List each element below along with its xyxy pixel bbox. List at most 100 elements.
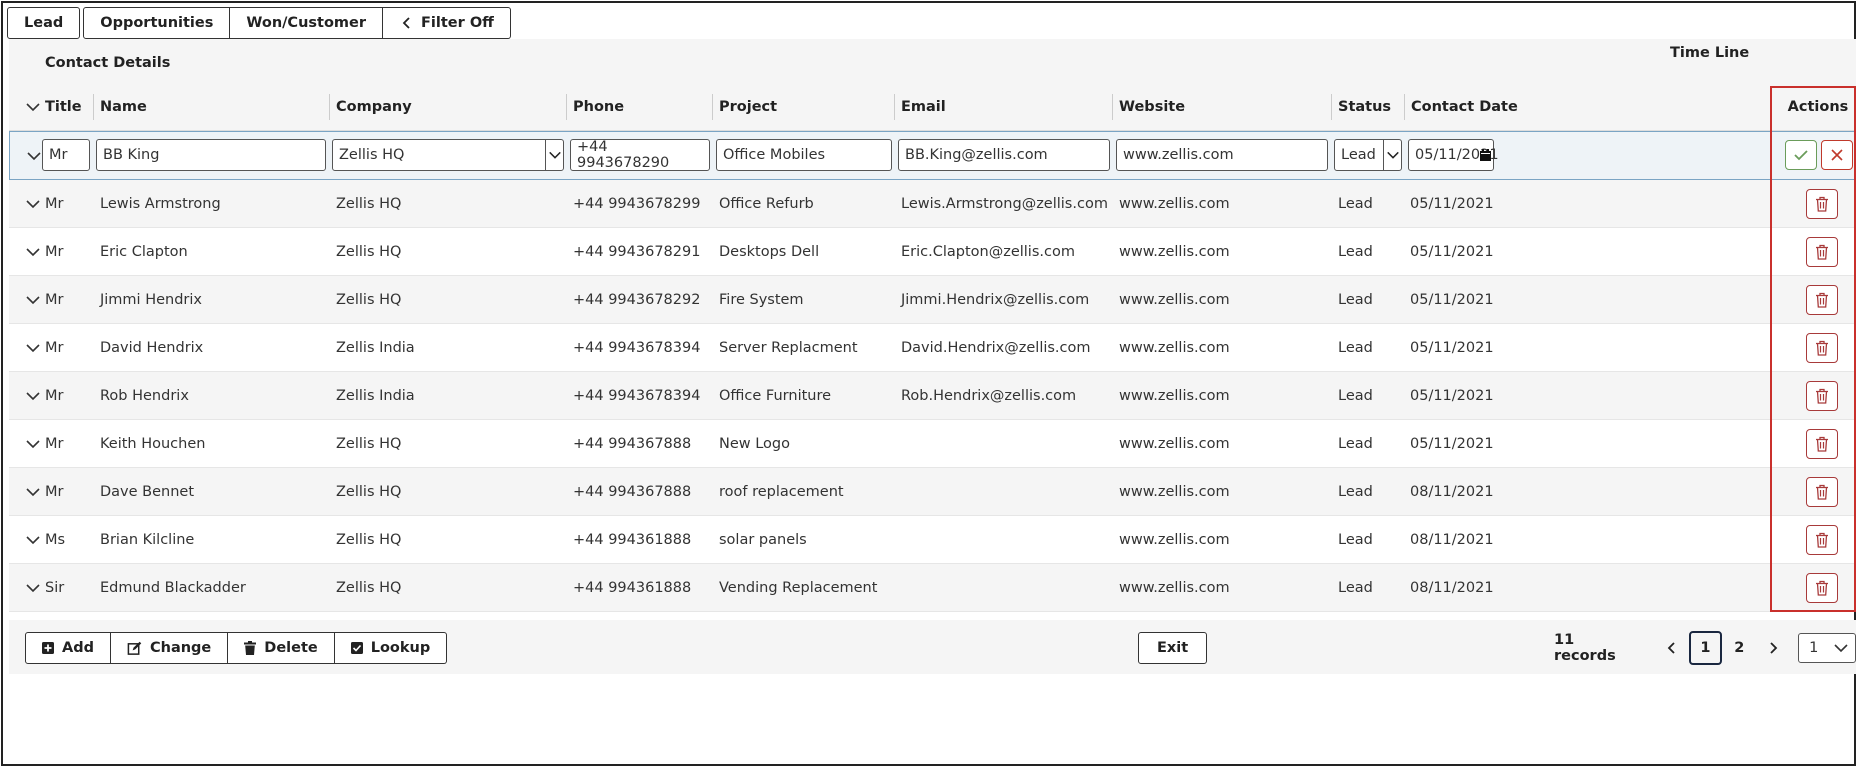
cell-status: Lead <box>1338 387 1373 404</box>
table-row[interactable]: Mr Eric Clapton Zellis HQ +44 9943678291 Des… <box>9 228 1856 276</box>
cell-website: www.zellis.com <box>1119 579 1230 596</box>
cell-email: Jimmi.Hendrix@zellis.com <box>901 291 1090 308</box>
table-row[interactable]: Ms Brian Kilcline Zellis HQ +44 994361888 so… <box>9 516 1856 564</box>
delete-row-button[interactable] <box>1806 237 1838 267</box>
status-dropdown-toggle[interactable] <box>1383 140 1401 170</box>
cell-title: Mr <box>45 243 64 260</box>
table-row[interactable]: Mr Rob Hendrix Zellis India +44 9943678394 O… <box>9 372 1856 420</box>
status-select[interactable]: Lead <box>1334 139 1402 171</box>
company-select[interactable]: Zellis HQ <box>332 139 564 171</box>
cell-status: Lead <box>1338 483 1373 500</box>
delete-row-button[interactable] <box>1806 381 1838 411</box>
app-frame: Lead Opportunities Won/Customer Filter O… <box>1 1 1856 766</box>
delete-row-button[interactable] <box>1806 573 1838 603</box>
next-page-button[interactable] <box>1756 631 1790 665</box>
lookup-button[interactable]: Lookup <box>334 632 448 664</box>
delete-row-button[interactable] <box>1806 333 1838 363</box>
column-divider[interactable] <box>93 94 94 120</box>
prev-page-button[interactable] <box>1655 631 1689 665</box>
page-2-button[interactable]: 2 <box>1722 631 1756 665</box>
table-row[interactable]: Mr Jimmi Hendrix Zellis HQ +44 9943678292 Fi… <box>9 276 1856 324</box>
exit-button[interactable]: Exit <box>1138 632 1208 664</box>
cell-project: Office Furniture <box>719 387 832 404</box>
delete-row-button[interactable] <box>1806 285 1838 315</box>
col-website[interactable]: Website <box>1119 91 1185 123</box>
row-expander[interactable] <box>24 132 44 179</box>
table-row[interactable]: Mr Lewis Armstrong Zellis HQ +44 9943678299… <box>9 180 1856 228</box>
delete-label: Delete <box>264 640 318 656</box>
filter-toggle-button[interactable]: Filter Off <box>383 7 511 39</box>
chevron-left-icon <box>1667 642 1675 654</box>
cell-status: Lead <box>1338 291 1373 308</box>
cell-contact-date: 05/11/2021 <box>1410 339 1494 356</box>
row-expander[interactable] <box>23 516 43 563</box>
phone-input[interactable]: +44 9943678290 <box>570 139 710 171</box>
confirm-edit-button[interactable] <box>1785 140 1817 170</box>
row-expander[interactable] <box>23 372 43 419</box>
column-divider[interactable] <box>1404 94 1405 120</box>
row-expander[interactable] <box>23 228 43 275</box>
cancel-edit-button[interactable] <box>1821 140 1853 170</box>
col-phone[interactable]: Phone <box>573 91 624 123</box>
col-company[interactable]: Company <box>336 91 412 123</box>
delete-row-button[interactable] <box>1806 477 1838 507</box>
group-contact-details: Contact Details <box>45 55 171 71</box>
contact-date-input[interactable]: 05/11/2021 <box>1408 139 1499 171</box>
table-row[interactable]: Mr David Hendrix Zellis India +44 994367839… <box>9 324 1856 372</box>
title-input[interactable]: Mr <box>42 139 90 171</box>
change-button[interactable]: Change <box>110 632 229 664</box>
column-divider[interactable] <box>1331 94 1332 120</box>
page-1-button[interactable]: 1 <box>1688 631 1723 665</box>
cell-website: www.zellis.com <box>1119 387 1230 404</box>
col-email[interactable]: Email <box>901 91 946 123</box>
project-input[interactable]: Office Mobiles <box>716 139 892 171</box>
expand-all-toggle[interactable] <box>23 91 43 123</box>
name-input[interactable]: BB King <box>96 139 326 171</box>
cell-website: www.zellis.com <box>1119 291 1230 308</box>
chevron-down-icon <box>1386 151 1399 159</box>
tab-won-customer[interactable]: Won/Customer <box>230 7 384 39</box>
company-dropdown-toggle[interactable] <box>545 140 563 170</box>
cell-name: Dave Bennet <box>100 483 195 500</box>
row-expander[interactable] <box>23 564 43 611</box>
column-divider[interactable] <box>712 94 713 120</box>
row-expander[interactable] <box>23 324 43 371</box>
col-contact-date[interactable]: Contact Date <box>1411 91 1518 123</box>
row-expander[interactable] <box>23 180 43 227</box>
cell-title: Mr <box>45 483 64 500</box>
tab-opportunities[interactable]: Opportunities <box>83 7 231 39</box>
chevron-down-icon <box>26 535 40 544</box>
delete-row-button[interactable] <box>1806 525 1838 555</box>
col-status[interactable]: Status <box>1338 91 1391 123</box>
column-divider[interactable] <box>894 94 895 120</box>
cell-company: Zellis HQ <box>336 195 402 212</box>
add-button[interactable]: Add <box>25 632 111 664</box>
cell-phone: +44 9943678394 <box>573 387 701 404</box>
cell-contact-date: 08/11/2021 <box>1410 483 1494 500</box>
table-row[interactable]: Mr Keith Houchen Zellis HQ +44 994367888 New… <box>9 420 1856 468</box>
column-divider[interactable] <box>329 94 330 120</box>
cell-phone: +44 994361888 <box>573 579 692 596</box>
chevron-down-icon <box>1834 644 1848 653</box>
row-expander[interactable] <box>23 468 43 515</box>
chevron-down-icon <box>548 151 561 159</box>
col-name[interactable]: Name <box>100 91 147 123</box>
column-divider[interactable] <box>1112 94 1113 120</box>
row-expander[interactable] <box>23 276 43 323</box>
website-input[interactable]: www.zellis.com <box>1116 139 1328 171</box>
cell-company: Zellis HQ <box>336 291 402 308</box>
col-project[interactable]: Project <box>719 91 777 123</box>
calendar-button[interactable] <box>1477 140 1493 170</box>
page-select[interactable]: 1 <box>1798 633 1856 663</box>
row-expander[interactable] <box>23 420 43 467</box>
table-row[interactable]: Sir Edmund Blackadder Zellis HQ +44 9943618… <box>9 564 1856 612</box>
delete-row-button[interactable] <box>1806 189 1838 219</box>
delete-button[interactable]: Delete <box>228 632 335 664</box>
col-title[interactable]: Title <box>45 91 82 123</box>
tab-lead[interactable]: Lead <box>7 7 81 39</box>
email-input[interactable]: BB.King@zellis.com <box>898 139 1110 171</box>
column-divider[interactable] <box>566 94 567 120</box>
table-row[interactable]: Mr Dave Bennet Zellis HQ +44 994367888 roof … <box>9 468 1856 516</box>
delete-row-button[interactable] <box>1806 429 1838 459</box>
cell-title: Mr <box>45 339 64 356</box>
